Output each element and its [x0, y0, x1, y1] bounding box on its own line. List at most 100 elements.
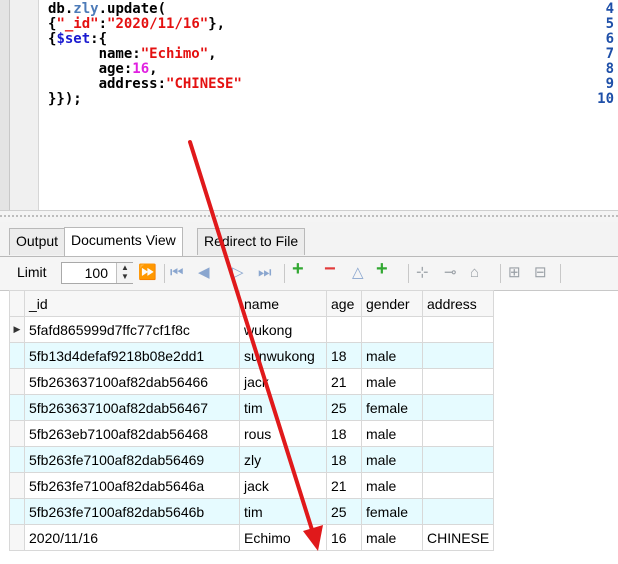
collapse-icon[interactable]: △	[352, 264, 364, 282]
fast-forward-icon[interactable]: ⏩	[138, 264, 157, 282]
cell-age[interactable]: 21	[326, 472, 362, 499]
row-marker[interactable]	[9, 342, 25, 369]
row-marker[interactable]	[9, 446, 25, 473]
cell-age[interactable]: 21	[326, 368, 362, 395]
cell-gender[interactable]: male	[361, 342, 423, 369]
cell-address[interactable]	[421, 368, 495, 395]
expand-all-icon[interactable]: ⊞	[508, 264, 521, 282]
code-token: .update(	[98, 1, 167, 17]
code-token: $set	[56, 31, 91, 47]
row-marker[interactable]	[9, 498, 25, 525]
row-marker[interactable]	[9, 394, 25, 421]
add-document-icon[interactable]: +	[292, 259, 304, 279]
code-token: :	[98, 16, 108, 32]
cell-address[interactable]	[421, 316, 495, 343]
column-header-id[interactable]: _id	[24, 290, 240, 317]
cell-address[interactable]	[421, 342, 495, 369]
collapse-all-icon[interactable]: ⊟	[534, 264, 547, 282]
cell-address[interactable]	[421, 420, 495, 447]
table-row[interactable]: ▶ 5fafd865999d7ffc77cf1f8c wukong	[9, 316, 495, 343]
tab-redirect-to-file[interactable]: Redirect to File	[197, 228, 306, 255]
code-token: }});	[48, 91, 82, 107]
last-page-icon[interactable]: ⏭	[258, 264, 272, 282]
cell-gender[interactable]: male	[361, 420, 423, 447]
cell-name[interactable]: tim	[239, 498, 327, 525]
next-page-icon[interactable]: ▷	[232, 264, 244, 282]
cell-id[interactable]: 5fb263fe7100af82dab5646a	[24, 472, 240, 499]
cell-gender[interactable]: male	[361, 446, 423, 473]
cell-age[interactable]	[326, 316, 362, 343]
cell-name[interactable]: jack	[239, 472, 327, 499]
tab-output[interactable]: Output	[9, 228, 66, 255]
code-line: age:16,	[48, 62, 242, 77]
table-row[interactable]: 5fb263637100af82dab56466 jack 21 male	[9, 368, 495, 395]
cell-id[interactable]: 5fb263637100af82dab56467	[24, 394, 240, 421]
table-row[interactable]: 5fb263637100af82dab56467 tim 25 female	[9, 394, 495, 421]
limit-stepper[interactable]: ▲ ▼	[116, 263, 133, 283]
cell-address[interactable]: CHINESE	[421, 524, 495, 551]
cell-address[interactable]	[421, 446, 495, 473]
row-marker[interactable]	[9, 524, 25, 551]
cell-age[interactable]: 18	[326, 446, 362, 473]
cell-id[interactable]: 5fb263eb7100af82dab56468	[24, 420, 240, 447]
column-header-gender[interactable]: gender	[361, 290, 423, 317]
row-marker[interactable]	[9, 420, 25, 447]
insert-row-icon[interactable]: ⊹	[416, 264, 429, 282]
cell-id[interactable]: 2020/11/16	[24, 524, 240, 551]
table-row[interactable]: 5fb263eb7100af82dab56468 rous 18 male	[9, 420, 495, 447]
cell-name[interactable]: sunwukong	[239, 342, 327, 369]
first-page-icon[interactable]: ⏮	[170, 264, 184, 282]
table-row[interactable]: 5fb263fe7100af82dab56469 zly 18 male	[9, 446, 495, 473]
row-marker[interactable]	[9, 472, 25, 499]
code-token: age:	[48, 61, 133, 77]
prev-page-icon[interactable]: ◀	[198, 264, 210, 282]
remove-row-icon[interactable]: ⊸	[444, 264, 457, 282]
cell-address[interactable]	[421, 394, 495, 421]
cell-id[interactable]: 5fb263fe7100af82dab56469	[24, 446, 240, 473]
cell-id[interactable]: 5fafd865999d7ffc77cf1f8c	[24, 316, 240, 343]
cell-id[interactable]: 5fb13d4defaf9218b08e2dd1	[24, 342, 240, 369]
cell-gender[interactable]: male	[361, 472, 423, 499]
cell-gender[interactable]: male	[361, 368, 423, 395]
cell-name[interactable]: zly	[239, 446, 327, 473]
row-marker[interactable]	[9, 368, 25, 395]
cell-name[interactable]: tim	[239, 394, 327, 421]
cell-age[interactable]: 18	[326, 420, 362, 447]
column-header-name[interactable]: name	[239, 290, 327, 317]
table-row[interactable]: 2020/11/16 Echimo 16 male CHINESE	[9, 524, 495, 551]
cell-id[interactable]: 5fb263fe7100af82dab5646b	[24, 498, 240, 525]
code-line: {$set:{	[48, 32, 242, 47]
cell-gender[interactable]: female	[361, 498, 423, 525]
cell-gender[interactable]: male	[361, 524, 423, 551]
cell-gender[interactable]	[361, 316, 423, 343]
cell-age[interactable]: 25	[326, 498, 362, 525]
code-text[interactable]: db.zly.update({"_id":"2020/11/16"}, {$set…	[48, 2, 242, 107]
cell-age[interactable]: 25	[326, 394, 362, 421]
table-row[interactable]: 5fb13d4defaf9218b08e2dd1 sunwukong 18 male	[9, 342, 495, 369]
cell-address[interactable]	[421, 498, 495, 525]
cell-id[interactable]: 5fb263637100af82dab56466	[24, 368, 240, 395]
cell-name[interactable]: Echimo	[239, 524, 327, 551]
code-token: "2020/11/16"	[107, 16, 209, 32]
table-row[interactable]: 5fb263fe7100af82dab5646a jack 21 male	[9, 472, 495, 499]
tab-documents-view[interactable]: Documents View	[64, 227, 183, 256]
code-editor[interactable]: 4 5 6 7 8 9 10 db.zly.update({"_id":"2020/11/1…	[0, 0, 618, 210]
column-header-address[interactable]: address	[421, 290, 495, 317]
code-token: ,	[208, 46, 217, 62]
cell-age[interactable]: 16	[326, 524, 362, 551]
add-field-icon[interactable]: +	[376, 259, 388, 279]
cell-name[interactable]: wukong	[239, 316, 327, 343]
move-row-icon[interactable]: ⌂	[470, 264, 479, 282]
delete-document-icon[interactable]: −	[324, 259, 336, 279]
line-number: 10	[597, 91, 614, 107]
cell-age[interactable]: 18	[326, 342, 362, 369]
documents-toolbar: Limit 100 ▲ ▼ ⏩ ⏮ ◀ ▷ ⏭ + − △ + ⊹ ⊸ ⌂ ⊞ ⊟	[0, 257, 618, 291]
cell-name[interactable]: jack	[239, 368, 327, 395]
row-marker[interactable]: ▶	[9, 316, 25, 343]
cell-address[interactable]	[421, 472, 495, 499]
column-header-age[interactable]: age	[326, 290, 362, 317]
cell-name[interactable]: rous	[239, 420, 327, 447]
code-token: :{	[90, 31, 108, 47]
table-row[interactable]: 5fb263fe7100af82dab5646b tim 25 female	[9, 498, 495, 525]
cell-gender[interactable]: female	[361, 394, 423, 421]
